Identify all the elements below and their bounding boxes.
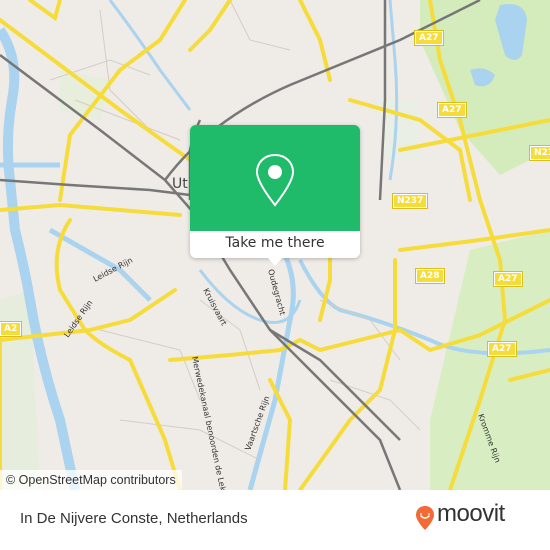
- road-shield-a2: A2: [0, 321, 23, 337]
- moovit-pin-icon: [416, 506, 434, 530]
- map-pin-icon: [255, 153, 295, 207]
- popup-header: [190, 125, 360, 231]
- moovit-logo[interactable]: moovit: [415, 500, 535, 535]
- map-attribution[interactable]: © OpenStreetMap contributors: [0, 470, 182, 490]
- location-popup: Take me there: [190, 125, 360, 266]
- take-me-there-button[interactable]: Take me there: [190, 231, 360, 258]
- road-shield-a28: A28: [415, 268, 445, 284]
- road-shield-n237: N237: [391, 193, 429, 209]
- city-label: Ut: [172, 176, 188, 192]
- road-shield-a27-lower: A27: [487, 341, 517, 357]
- road-shield-a27-mid: A27: [493, 271, 523, 287]
- road-shield-a27-top: A27: [414, 30, 444, 46]
- popup-tail: [267, 257, 283, 266]
- map[interactable]: Leidse Rijn Leidse Rijn Kruisvaart Oudeg…: [0, 0, 550, 490]
- road-shield-a27-upper: A27: [437, 102, 467, 118]
- road-shield-n23: N23: [528, 145, 550, 161]
- place-name: In De Nijvere Conste, Netherlands: [20, 510, 248, 527]
- moovit-wordmark: moovit: [437, 500, 505, 527]
